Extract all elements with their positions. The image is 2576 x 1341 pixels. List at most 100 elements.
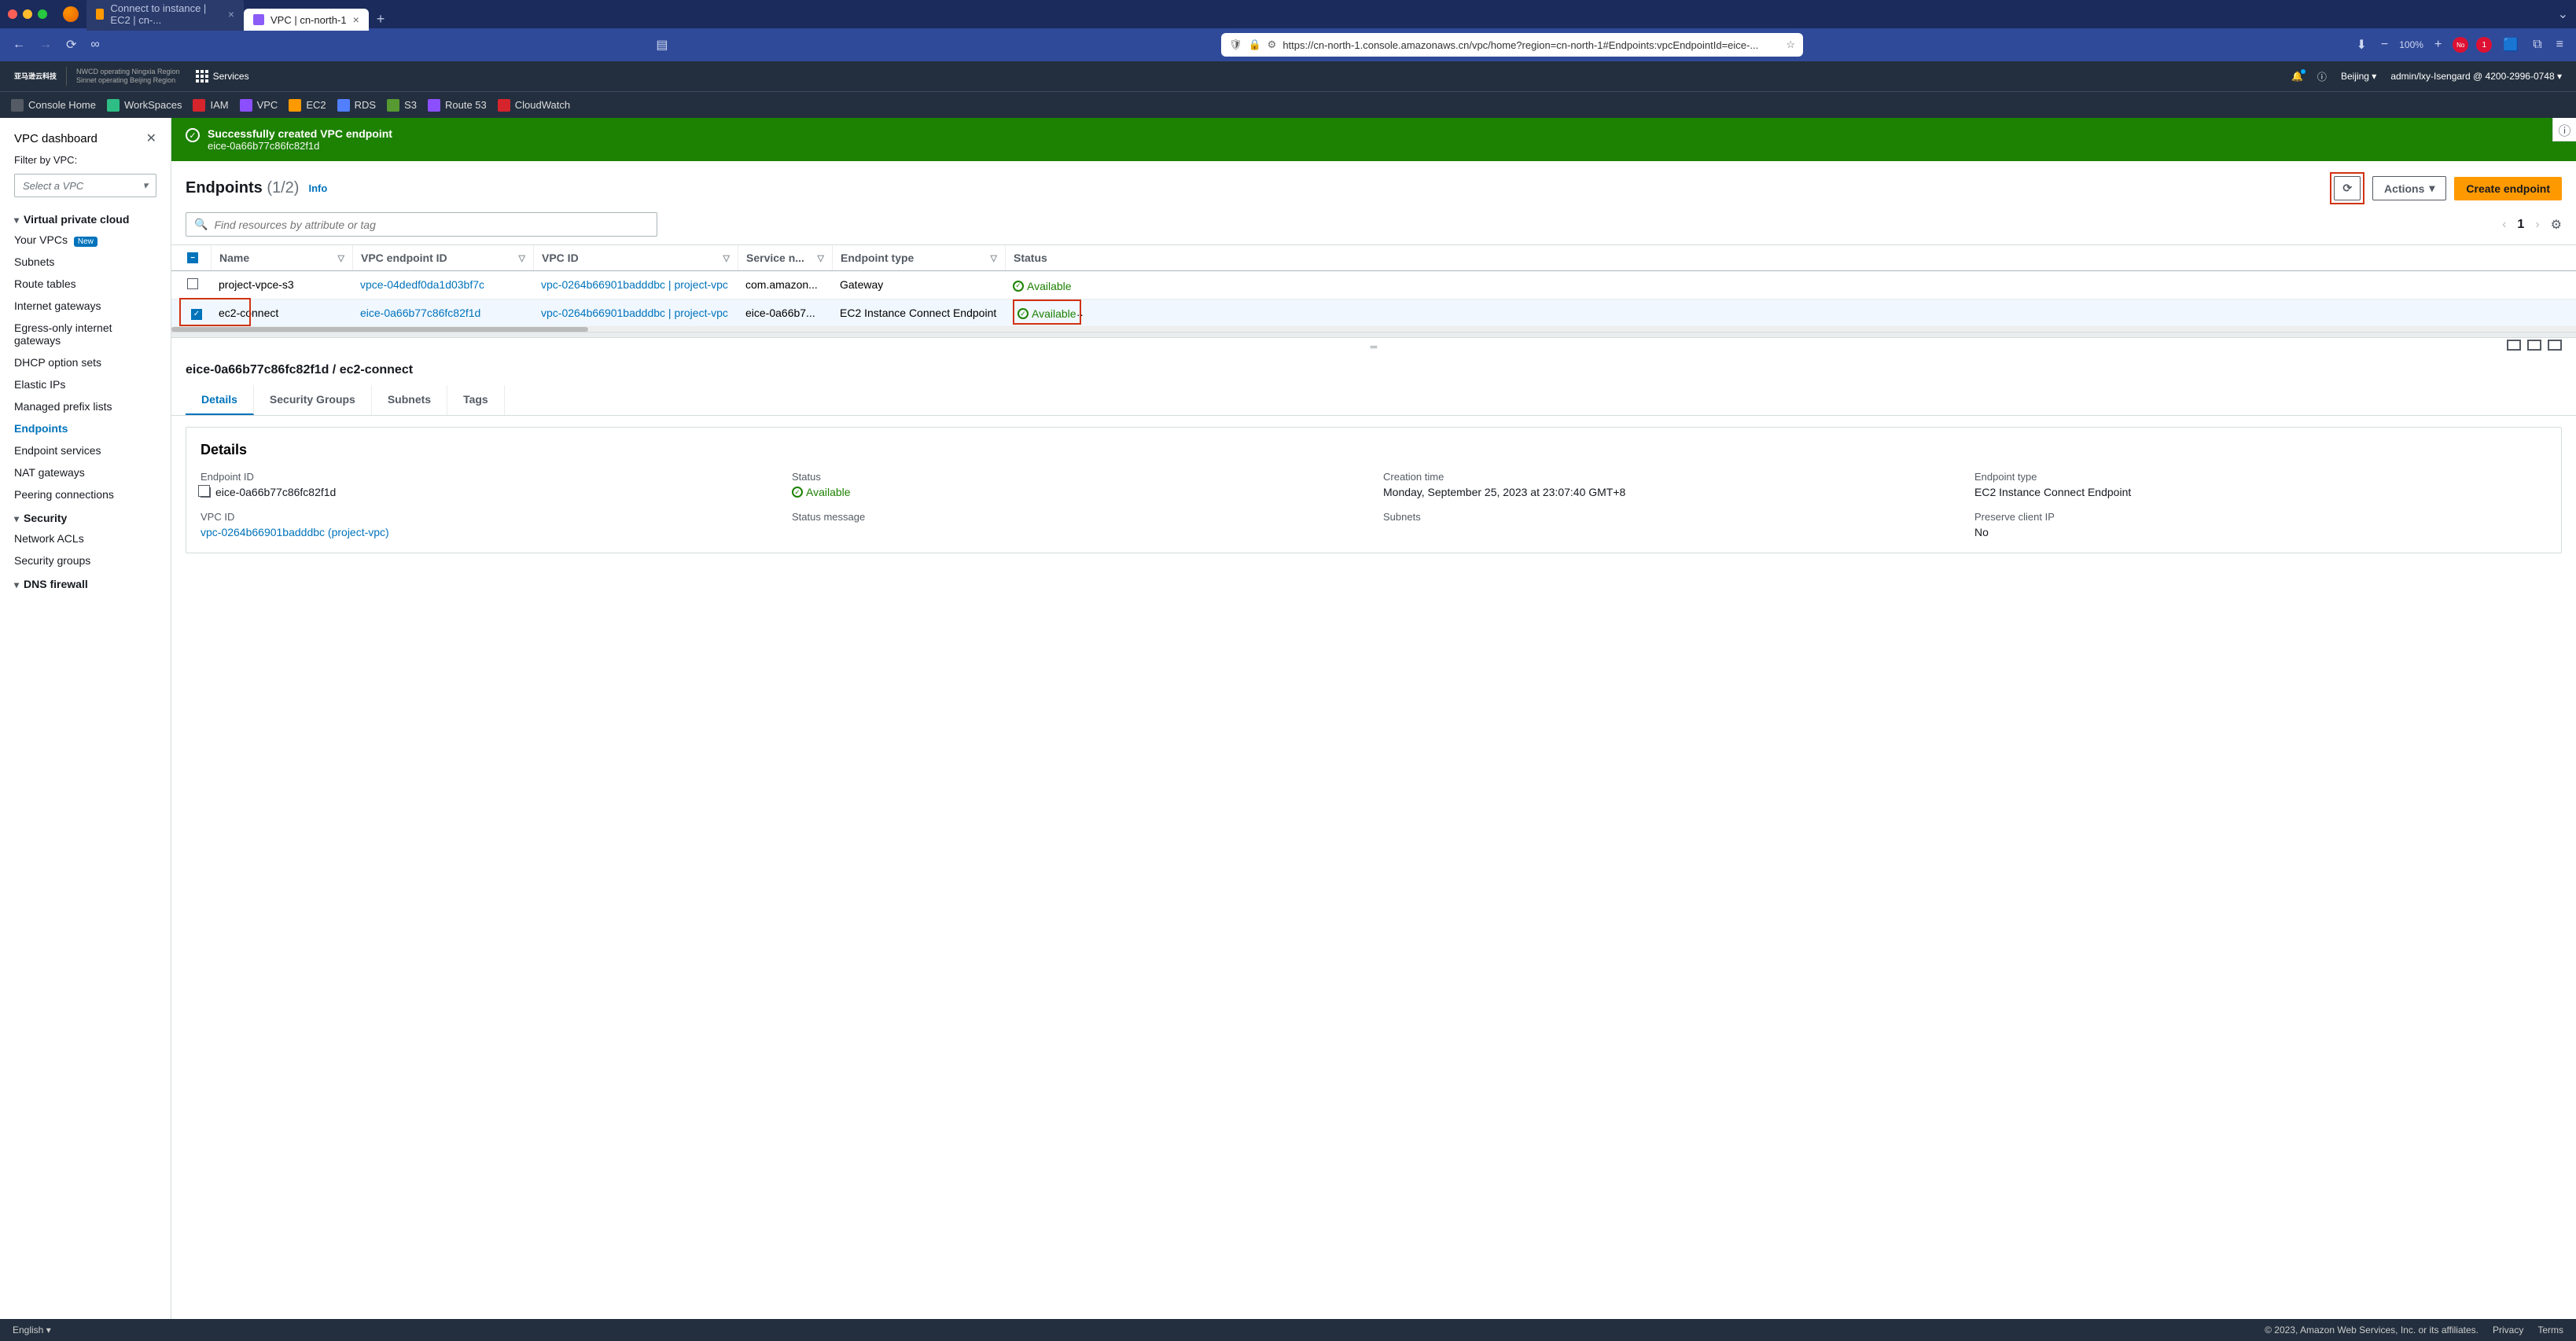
table-row[interactable]: project-vpce-s3 vpce-04dedf0da1d03bf7c v… — [171, 271, 2576, 299]
fav-item-iam[interactable]: IAM — [193, 99, 228, 112]
cell-vpc-id[interactable]: vpc-0264b66901badddbc | project-vpc — [541, 307, 728, 319]
sidebar-item-nat-gateways[interactable]: NAT gateways — [0, 461, 171, 483]
new-tab-button[interactable]: + — [369, 8, 393, 31]
terms-link[interactable]: Terms — [2537, 1324, 2563, 1335]
table-row[interactable]: ✓ ec2-connect eice-0a66b77c86fc82f1d vpc… — [171, 299, 2576, 328]
settings-gear-icon[interactable]: ⚙ — [2551, 217, 2562, 233]
zoom-in-button[interactable]: + — [2431, 35, 2445, 55]
col-endpoint-id[interactable]: VPC endpoint ID — [361, 252, 447, 264]
forward-button[interactable]: → — [36, 35, 55, 55]
fav-item-cloudwatch[interactable]: CloudWatch — [498, 99, 570, 112]
language-selector[interactable]: English ▾ — [13, 1324, 51, 1335]
fav-item-workspaces[interactable]: WorkSpaces — [107, 99, 182, 112]
sidebar-section-dns-firewall[interactable]: DNS firewall — [0, 571, 171, 593]
fav-item-rds[interactable]: RDS — [337, 99, 376, 112]
sidebar-item-managed-prefix-lists[interactable]: Managed prefix lists — [0, 395, 171, 417]
search-input[interactable] — [214, 219, 649, 231]
sidebar-item-security-groups[interactable]: Security groups — [0, 549, 171, 571]
tab-subnets[interactable]: Subnets — [372, 385, 447, 415]
sidebar-item-your-vpcs[interactable]: Your VPCs New — [0, 229, 171, 251]
extensions-icon[interactable]: ⧉ — [2530, 35, 2545, 55]
create-endpoint-button[interactable]: Create endpoint — [2454, 177, 2562, 200]
sidebar-item-route-tables[interactable]: Route tables — [0, 273, 171, 295]
service-icon — [337, 99, 350, 112]
sidebar-section-security[interactable]: Security — [0, 505, 171, 527]
sidebar-item-dhcp-option-sets[interactable]: DHCP option sets — [0, 351, 171, 373]
close-sidebar-icon[interactable]: ✕ — [146, 130, 156, 146]
notifications-icon[interactable]: 🔔 — [2291, 71, 2303, 82]
next-page-button[interactable]: › — [2535, 218, 2539, 232]
close-tab-icon[interactable]: × — [353, 13, 359, 26]
reader-icon[interactable]: ▤ — [653, 34, 671, 56]
sidebar-item-internet-gateways[interactable]: Internet gateways — [0, 295, 171, 317]
help-icon[interactable]: ⓘ — [2317, 70, 2327, 83]
fav-item-s3[interactable]: S3 — [387, 99, 417, 112]
url-bar[interactable]: 🛡 🔒 ⚙ https://cn-north-1.console.amazona… — [1221, 33, 1803, 57]
tab-details[interactable]: Details — [186, 385, 254, 415]
col-type[interactable]: Endpoint type — [841, 252, 914, 264]
ext-badge-1[interactable]: 1 — [2476, 37, 2492, 53]
select-all-checkbox[interactable]: − — [187, 252, 198, 263]
zoom-out-button[interactable]: − — [2378, 35, 2391, 55]
cell-endpoint-id[interactable]: eice-0a66b77c86fc82f1d — [360, 307, 480, 319]
refresh-button[interactable]: ⟳ — [2334, 176, 2361, 200]
fav-item-route-53[interactable]: Route 53 — [428, 99, 487, 112]
layout-full-icon[interactable] — [2548, 340, 2562, 351]
region-selector[interactable]: Beijing ▾ — [2341, 71, 2376, 82]
sidebar-item-endpoint-services[interactable]: Endpoint services — [0, 439, 171, 461]
window-maximize[interactable] — [38, 9, 47, 19]
privacy-link[interactable]: Privacy — [2493, 1324, 2523, 1335]
col-name[interactable]: Name — [219, 252, 249, 264]
info-link[interactable]: Info — [308, 182, 327, 194]
sidebar-dashboard-link[interactable]: VPC dashboard — [14, 132, 98, 145]
menu-icon[interactable]: ≡ — [2553, 35, 2567, 55]
window-minimize[interactable] — [23, 9, 32, 19]
back-button[interactable]: ← — [9, 35, 28, 55]
actions-button[interactable]: Actions ▾ — [2372, 176, 2446, 200]
search-box[interactable]: 🔍 — [186, 212, 657, 237]
account-menu[interactable]: admin/lxy-Isengard @ 4200-2996-0748 ▾ — [2390, 71, 2562, 82]
tab-security-groups[interactable]: Security Groups — [254, 385, 372, 415]
download-icon[interactable]: ⬇ — [2353, 34, 2369, 56]
sidebar-item-network-acls[interactable]: Network ACLs — [0, 527, 171, 549]
copy-icon[interactable] — [201, 487, 211, 498]
cell-endpoint-id[interactable]: vpce-04dedf0da1d03bf7c — [360, 278, 484, 291]
cell-vpc-id[interactable]: vpc-0264b66901badddbc | project-vpc — [541, 278, 728, 291]
ext-badge-no[interactable]: No — [2453, 37, 2468, 53]
sidebar-item-elastic-ips[interactable]: Elastic IPs — [0, 373, 171, 395]
sidebar-section-virtual-private-cloud[interactable]: Virtual private cloud — [0, 207, 171, 229]
fav-item-console-home[interactable]: Console Home — [11, 99, 96, 112]
star-icon[interactable]: ☆ — [1786, 39, 1795, 51]
aws-logo[interactable]: 亚马逊云科技 — [14, 72, 57, 81]
layout-split-icon[interactable] — [2527, 340, 2541, 351]
fav-item-ec2[interactable]: EC2 — [289, 99, 326, 112]
horizontal-scrollbar[interactable] — [171, 327, 2576, 332]
chevron-down-icon[interactable]: ⌄ — [2558, 6, 2568, 22]
info-panel-toggle[interactable]: ⓘ — [2552, 118, 2576, 141]
sidebar-item-endpoints[interactable]: Endpoints — [0, 417, 171, 439]
row-checkbox[interactable] — [187, 278, 198, 289]
col-status[interactable]: Status — [1014, 252, 1047, 264]
services-menu[interactable]: Services — [196, 70, 249, 83]
drag-handle[interactable]: ═ — [171, 338, 2576, 355]
sidebar-item-subnets[interactable]: Subnets — [0, 251, 171, 273]
fav-item-vpc[interactable]: VPC — [240, 99, 278, 112]
close-tab-icon[interactable]: × — [228, 8, 234, 20]
ext-icon[interactable]: 🟦 — [2500, 34, 2522, 56]
col-vpc-id[interactable]: VPC ID — [542, 252, 579, 264]
browser-tab-ec2[interactable]: Connect to instance | EC2 | cn-... × — [86, 0, 244, 31]
sidebar-item-peering-connections[interactable]: Peering connections — [0, 483, 171, 505]
window-close[interactable] — [8, 9, 17, 19]
tab-tags[interactable]: Tags — [447, 385, 505, 415]
infinity-icon[interactable]: ∞ — [87, 35, 102, 55]
layout-bottom-icon[interactable] — [2507, 340, 2521, 351]
sidebar-item-egress-only-internet-gateways[interactable]: Egress-only internet gateways — [0, 317, 171, 351]
browser-tab-vpc[interactable]: VPC | cn-north-1 × — [244, 9, 369, 31]
prev-page-button[interactable]: ‹ — [2502, 218, 2506, 232]
vpc-filter-select[interactable]: Select a VPC▾ — [14, 174, 156, 197]
col-service[interactable]: Service n... — [746, 252, 804, 264]
row-checkbox[interactable]: ✓ — [191, 309, 202, 320]
vpc-link[interactable]: vpc-0264b66901badddbc (project-vpc) — [201, 526, 389, 538]
firefox-logo-icon — [63, 6, 79, 22]
reload-button[interactable]: ⟳ — [63, 34, 79, 56]
